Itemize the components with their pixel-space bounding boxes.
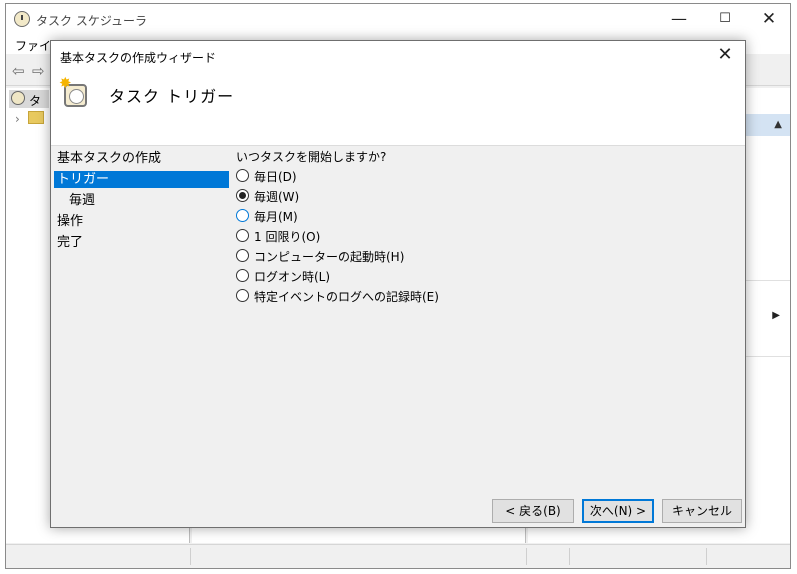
status-divider — [190, 548, 191, 565]
option-daily[interactable]: 毎日(D) — [236, 167, 536, 185]
folder-icon[interactable] — [28, 111, 44, 124]
status-divider — [569, 548, 570, 565]
clock-icon — [14, 11, 30, 27]
collapse-up-icon[interactable]: ▲ — [774, 119, 782, 130]
maximize-button[interactable]: ☐ — [702, 4, 748, 34]
radio-logon[interactable] — [236, 269, 249, 282]
option-label[interactable]: 毎月(M) — [254, 208, 298, 225]
step-finish[interactable]: 完了 — [54, 234, 229, 251]
step-create-basic-task[interactable]: 基本タスクの作成 — [54, 150, 229, 167]
close-icon[interactable]: ✕ — [713, 44, 737, 65]
option-monthly[interactable]: 毎月(M) — [236, 207, 536, 225]
option-logon[interactable]: ログオン時(L) — [236, 267, 536, 285]
radio-one-time[interactable] — [236, 229, 249, 242]
radio-computer-start[interactable] — [236, 249, 249, 262]
option-weekly[interactable]: 毎週(W) — [236, 187, 536, 205]
status-bar — [6, 544, 790, 568]
option-label[interactable]: 毎週(W) — [254, 188, 299, 205]
submenu-arrow-icon[interactable]: ▶ — [772, 310, 780, 321]
option-one-time[interactable]: 1 回限り(O) — [236, 227, 536, 245]
basic-task-wizard-dialog: 基本タスクの作成ウィザード ✕ ✸ タスク トリガー 基本タスクの作成 トリガー… — [50, 40, 746, 528]
trigger-options: いつタスクを開始しますか? 毎日(D) 毎週(W) 毎月(M) 1 回限り(O)… — [234, 146, 734, 326]
option-label[interactable]: 特定イベントのログへの記録時(E) — [254, 288, 439, 305]
option-label[interactable]: 1 回限り(O) — [254, 228, 320, 245]
chevron-right-icon[interactable]: › — [15, 112, 20, 126]
question-label: いつタスクを開始しますか? — [236, 150, 387, 164]
minimize-button[interactable]: — — [656, 4, 702, 34]
radio-monthly[interactable] — [236, 209, 249, 222]
dialog-titlebar: 基本タスクの作成ウィザード ✕ — [51, 41, 745, 71]
option-label[interactable]: 毎日(D) — [254, 168, 297, 185]
back-arrow-icon[interactable]: ⇦ — [12, 62, 25, 80]
step-action[interactable]: 操作 — [54, 213, 229, 230]
wizard-steps: 基本タスクの作成 トリガー 毎週 操作 完了 — [54, 146, 229, 386]
option-label[interactable]: ログオン時(L) — [254, 268, 330, 285]
option-computer-start[interactable]: コンピューターの起動時(H) — [236, 247, 536, 265]
radio-weekly[interactable] — [236, 189, 249, 202]
cancel-button[interactable]: キャンセル — [662, 499, 742, 523]
dialog-title: 基本タスクの作成ウィザード — [60, 51, 217, 65]
clock-icon — [11, 91, 25, 105]
option-label[interactable]: コンピューターの起動時(H) — [254, 248, 404, 265]
step-weekly[interactable]: 毎週 — [54, 192, 229, 209]
next-button[interactable]: 次へ(N) > — [582, 499, 654, 523]
radio-daily[interactable] — [236, 169, 249, 182]
step-trigger[interactable]: トリガー — [54, 171, 229, 188]
back-button[interactable]: < 戻る(B) — [492, 499, 574, 523]
forward-arrow-icon[interactable]: ⇨ — [32, 62, 45, 80]
tree-root-item[interactable]: タス — [9, 90, 49, 125]
page-title: タスク トリガー — [109, 87, 235, 106]
status-divider — [706, 548, 707, 565]
status-divider — [526, 548, 527, 565]
task-clock-icon: ✸ — [59, 74, 89, 107]
star-icon: ✸ — [59, 74, 72, 92]
window-title: タスク スケジューラ — [36, 14, 147, 28]
close-window-button[interactable]: ✕ — [746, 4, 792, 34]
main-titlebar: タスク スケジューラ — ☐ ✕ — [6, 4, 790, 34]
dialog-header: ✸ タスク トリガー — [51, 71, 745, 146]
option-event-logged[interactable]: 特定イベントのログへの記録時(E) — [236, 287, 536, 305]
radio-event-logged[interactable] — [236, 289, 249, 302]
